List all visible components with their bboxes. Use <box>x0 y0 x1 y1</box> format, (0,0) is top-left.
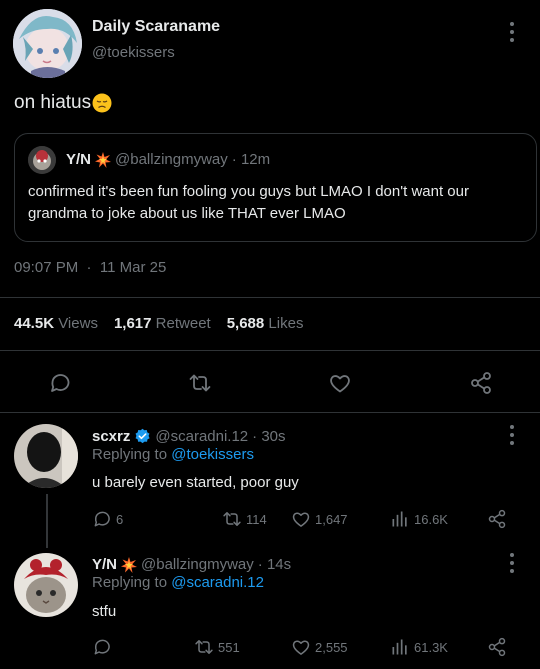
views-count: 61.3K <box>414 639 448 655</box>
quoted-author-handle[interactable]: @ballzingmyway <box>115 151 228 168</box>
quoted-author-avatar[interactable] <box>28 146 56 174</box>
reply-like-button[interactable]: 2,555 <box>291 637 348 657</box>
avatar-image <box>14 424 78 488</box>
reply-text: u barely even started, poor guy <box>92 474 299 491</box>
replying-to-link[interactable]: @scaradni.12 <box>171 574 264 591</box>
reply-time: · 30s <box>252 428 286 445</box>
reply-retweet-button[interactable]: 114 <box>222 509 267 529</box>
replying-prefix: Replying to <box>92 574 168 591</box>
like-count: 2,555 <box>315 639 348 655</box>
reply-author-name[interactable]: Y/N <box>92 556 117 573</box>
quoted-tweet-time: · 12m <box>231 151 271 168</box>
tweet-timestamp[interactable]: 09:07 PM · 11 Mar 25 <box>14 259 166 276</box>
verified-badge-icon <box>135 428 150 444</box>
divider <box>0 297 540 298</box>
like-heart-icon <box>292 640 310 655</box>
reply-retweet-button[interactable]: 551 <box>194 637 240 657</box>
reply-author-avatar[interactable] <box>14 553 78 617</box>
share-icon <box>488 509 506 529</box>
retweet-icon <box>195 640 213 654</box>
reply-author-handle[interactable]: @scaradni.12 <box>155 428 248 445</box>
retweets-label: Retweet <box>155 315 211 332</box>
more-options-icon[interactable] <box>509 425 515 445</box>
reply-comment-button[interactable]: 6 <box>92 509 123 529</box>
reply-icon[interactable] <box>48 371 72 395</box>
divider <box>0 350 540 351</box>
like-heart-icon <box>292 512 310 527</box>
like-heart-icon[interactable] <box>328 371 352 395</box>
replying-to-line: Replying to @toekissers <box>92 446 254 463</box>
likes-count: 5,688 <box>226 315 265 332</box>
retweets-stat[interactable]: 1,617 Retweet <box>114 315 211 332</box>
replying-prefix: Replying to <box>92 446 168 463</box>
main-author-avatar[interactable] <box>13 9 82 78</box>
reply-icon <box>94 511 110 527</box>
analytics-bars-icon <box>392 511 407 527</box>
reply-time: · 14s <box>257 556 292 573</box>
like-count: 1,647 <box>315 511 348 527</box>
views-label: Views <box>58 315 98 332</box>
more-options-icon[interactable] <box>509 22 515 42</box>
reply-share-button[interactable] <box>487 637 507 657</box>
share-icon[interactable] <box>469 371 493 395</box>
comment-count: 6 <box>116 511 124 527</box>
views-count: 16.6K <box>414 511 448 527</box>
reply-author-avatar[interactable] <box>14 424 78 488</box>
reply-icon <box>94 639 110 655</box>
collision-emoji <box>95 151 112 168</box>
reply-views-button[interactable]: 61.3K <box>390 637 448 657</box>
reply-header: Y/N @ballzingmyway · 14s <box>92 556 291 573</box>
retweet-count: 551 <box>218 639 240 655</box>
reply-header: scxrz @scaradni.12 · 30s <box>92 428 286 445</box>
reply-share-button[interactable] <box>487 509 507 529</box>
avatar-image <box>28 146 56 174</box>
reply-author-handle[interactable]: @ballzingmyway <box>141 556 254 573</box>
views-stat[interactable]: 44.5K Views <box>14 315 98 332</box>
reply-views-button[interactable]: 16.6K <box>390 509 448 529</box>
replying-to-line: Replying to @scaradni.12 <box>92 574 264 591</box>
thread-connector-line <box>46 494 48 548</box>
reply-like-button[interactable]: 1,647 <box>291 509 348 529</box>
retweet-icon <box>223 512 241 526</box>
main-tweet-body: on hiatus <box>14 92 92 113</box>
retweet-icon[interactable] <box>188 371 212 395</box>
disappointed-face-emoji <box>92 93 112 113</box>
avatar-image <box>13 9 82 78</box>
reply-text: stfu <box>92 603 117 620</box>
views-count: 44.5K <box>14 315 55 332</box>
reply-author-name[interactable]: scxrz <box>92 428 130 445</box>
replying-to-link[interactable]: @toekissers <box>171 446 254 463</box>
main-author-handle[interactable]: @toekissers <box>92 44 175 61</box>
quoted-author-name[interactable]: Y/N <box>66 151 91 168</box>
avatar-image <box>14 553 78 617</box>
share-icon <box>488 637 506 657</box>
likes-stat[interactable]: 5,688 Likes <box>227 315 304 332</box>
divider <box>0 412 540 413</box>
retweets-count: 1,617 <box>113 315 152 332</box>
tweet-time: 09:07 PM <box>14 259 79 276</box>
tweet-date: 11 Mar 25 <box>99 259 167 276</box>
analytics-bars-icon <box>392 639 407 655</box>
quoted-tweet-header: Y/N @ballzingmyway · 12m <box>66 151 270 168</box>
reply-comment-button[interactable] <box>92 637 112 657</box>
quoted-tweet-text: confirmed it's been fun fooling you guys… <box>28 183 469 222</box>
collision-emoji <box>121 556 138 573</box>
likes-label: Likes <box>268 315 304 332</box>
retweet-count: 114 <box>246 511 267 527</box>
tweet-stats: 44.5K Views 1,617 Retweet 5,688 Likes <box>14 315 303 332</box>
main-author-name[interactable]: Daily Scaraname <box>92 18 220 36</box>
main-tweet-text: on hiatus <box>14 92 112 114</box>
more-options-icon[interactable] <box>509 553 515 573</box>
separator-dot: · <box>82 259 96 276</box>
